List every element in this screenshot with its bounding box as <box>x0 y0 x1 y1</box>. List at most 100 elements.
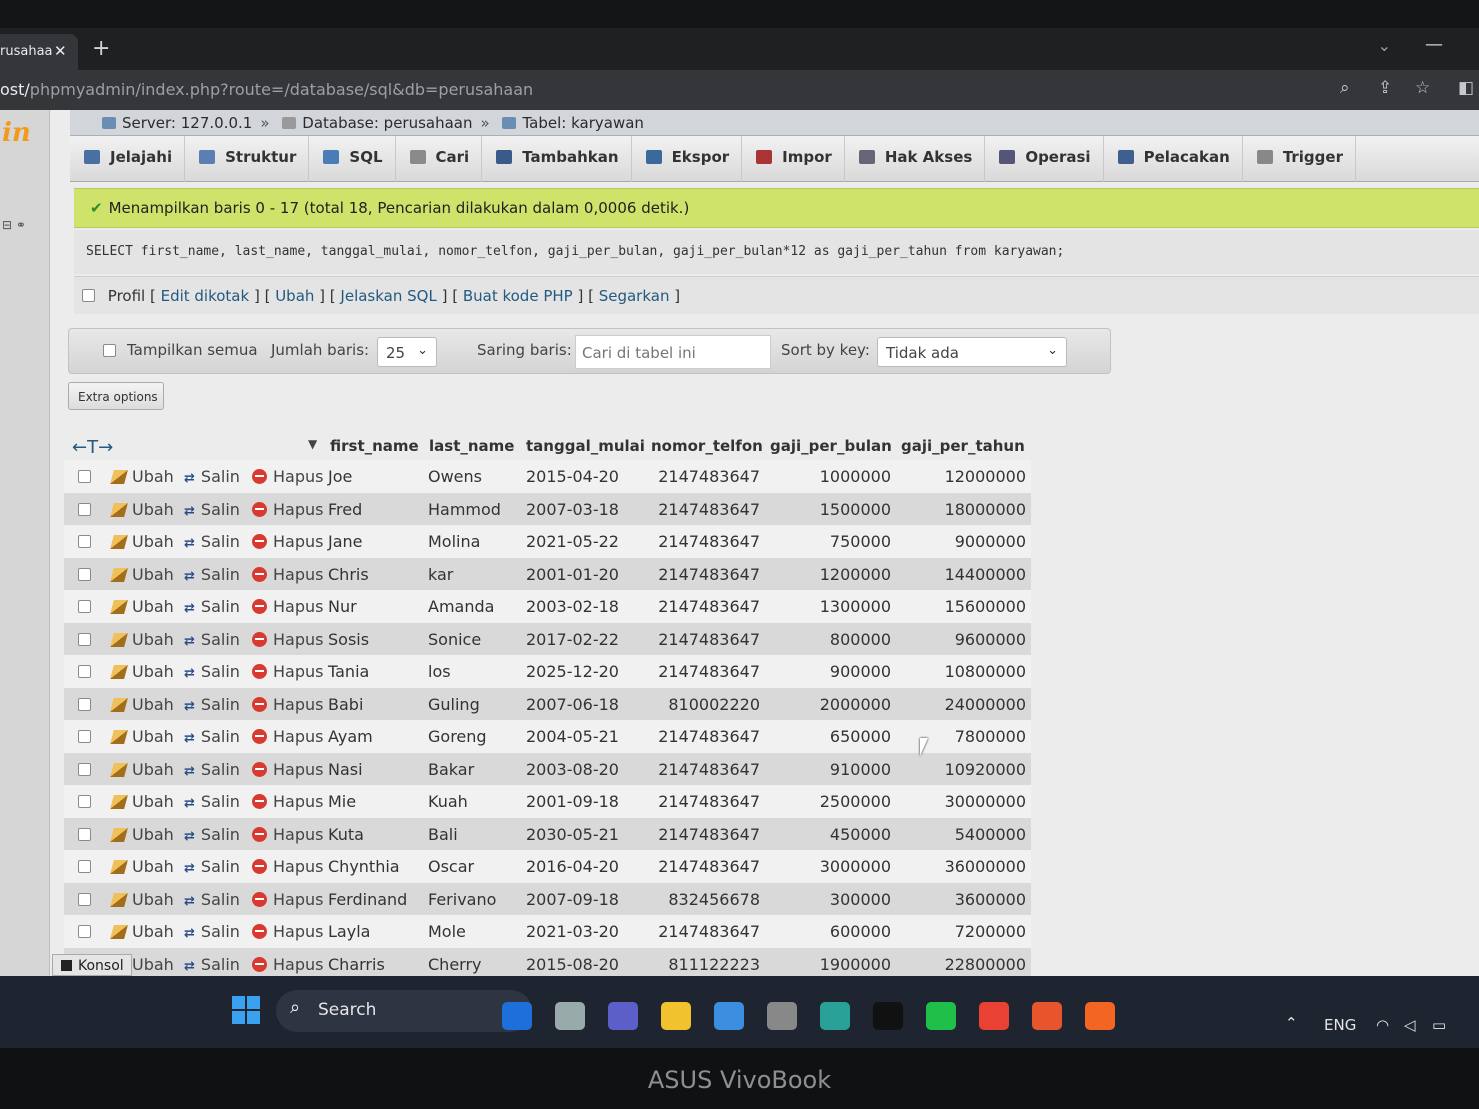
row-checkbox[interactable] <box>78 892 91 906</box>
edit-row-link[interactable]: Ubah <box>110 825 174 844</box>
row-checkbox[interactable] <box>78 697 91 711</box>
column-header-gaji-per-tahun[interactable]: gaji_per_tahun <box>901 437 1025 455</box>
copy-row-link[interactable]: ⇄ Salin <box>184 922 240 941</box>
breadcrumb-server[interactable]: Server: 127.0.0.1 <box>122 114 252 132</box>
copy-row-link[interactable]: ⇄ Salin <box>184 890 240 909</box>
tab-sql[interactable]: SQL <box>309 136 396 182</box>
app-icon[interactable] <box>1085 1002 1115 1030</box>
delete-row-link[interactable]: Hapus <box>252 727 323 746</box>
delete-row-link[interactable]: Hapus <box>252 922 323 941</box>
tab-struktur[interactable]: Struktur <box>185 136 310 182</box>
delete-row-link[interactable]: Hapus <box>252 500 323 519</box>
tab-pelacakan[interactable]: Pelacakan <box>1104 136 1243 182</box>
volume-icon[interactable]: ◁ <box>1404 1016 1416 1034</box>
show-all-checkbox[interactable] <box>103 344 116 357</box>
edit-row-link[interactable]: Ubah <box>110 662 174 681</box>
row-checkbox[interactable] <box>78 600 91 613</box>
delete-row-link[interactable]: Hapus <box>252 662 323 681</box>
column-header-first-name[interactable]: first_name <box>330 437 419 455</box>
column-header-last-name[interactable]: last_name <box>429 437 514 455</box>
edit-row-link[interactable]: Ubah <box>110 565 174 584</box>
filter-input[interactable]: Cari di tabel ini <box>575 335 771 369</box>
copy-row-link[interactable]: ⇄ Salin <box>184 792 240 811</box>
rows-select[interactable]: 25 ⌄ <box>377 337 437 367</box>
delete-row-link[interactable]: Hapus <box>252 565 323 584</box>
row-checkbox[interactable] <box>78 470 91 483</box>
task-view-icon[interactable] <box>555 1002 585 1030</box>
tab-ekspor[interactable]: Ekspor <box>632 136 743 182</box>
row-checkbox[interactable] <box>78 632 91 646</box>
bing-icon[interactable] <box>502 1002 532 1030</box>
xampp-icon[interactable] <box>1032 1002 1062 1030</box>
delete-row-link[interactable]: Hapus <box>252 532 323 551</box>
new-tab-icon[interactable]: + <box>92 36 110 61</box>
taskbar-search[interactable]: ⌕ Search <box>276 990 532 1032</box>
delete-row-link[interactable]: Hapus <box>252 792 323 811</box>
address-bar[interactable]: ost/phpmyadmin/index.php?route=/database… <box>0 70 1479 110</box>
mail-icon[interactable] <box>714 1002 744 1030</box>
delete-row-link[interactable]: Hapus <box>252 597 323 616</box>
edit-row-link[interactable]: Ubah <box>110 695 174 714</box>
windows-start-icon[interactable] <box>232 996 260 1024</box>
copy-row-link[interactable]: ⇄ Salin <box>184 857 240 876</box>
delete-row-link[interactable]: Hapus <box>252 630 323 649</box>
copy-row-link[interactable]: ⇄ Salin <box>184 695 240 714</box>
intellij-icon[interactable] <box>873 1002 903 1030</box>
camera-icon[interactable] <box>767 1002 797 1030</box>
chrome-icon[interactable] <box>979 1002 1009 1030</box>
share-icon[interactable]: ⇪ <box>1378 78 1392 98</box>
delete-row-link[interactable]: Hapus <box>252 955 323 974</box>
edit-row-link[interactable]: Ubah <box>110 467 174 486</box>
line-icon[interactable] <box>926 1002 956 1030</box>
copy-row-link[interactable]: ⇄ Salin <box>184 727 240 746</box>
edit-row-link[interactable]: Ubah <box>110 857 174 876</box>
breadcrumb-database[interactable]: Database: perusahaan <box>302 114 472 132</box>
delete-row-link[interactable]: Hapus <box>252 695 323 714</box>
edit-row-link[interactable]: Ubah <box>110 792 174 811</box>
close-icon[interactable]: ✕ <box>54 42 67 60</box>
php-code-link[interactable]: Buat kode PHP <box>463 287 573 305</box>
copy-row-link[interactable]: ⇄ Salin <box>184 662 240 681</box>
tab-impor[interactable]: Impor <box>742 136 845 182</box>
delete-row-link[interactable]: Hapus <box>252 825 323 844</box>
sidepanel-icon[interactable]: ◧ <box>1458 78 1474 98</box>
delete-row-link[interactable]: Hapus <box>252 760 323 779</box>
row-checkbox[interactable] <box>78 925 91 938</box>
explain-sql-link[interactable]: Jelaskan SQL <box>340 287 436 305</box>
extra-options-button[interactable]: Extra options <box>68 382 164 410</box>
copy-row-link[interactable]: ⇄ Salin <box>184 825 240 844</box>
row-checkbox[interactable] <box>78 860 91 873</box>
language-indicator[interactable]: ENG <box>1324 1016 1356 1034</box>
minimize-icon[interactable]: — <box>1425 34 1443 55</box>
chevron-down-icon[interactable]: ⌄ <box>1378 36 1391 55</box>
battery-icon[interactable]: ▭ <box>1432 1016 1446 1034</box>
breadcrumb-table[interactable]: Tabel: karyawan <box>522 114 643 132</box>
browser-tab[interactable]: rusahaa ✕ <box>0 34 78 70</box>
wifi-icon[interactable]: ◠ <box>1376 1016 1389 1034</box>
file-explorer-icon[interactable] <box>661 1002 691 1030</box>
column-header-gaji-per-bulan[interactable]: gaji_per_bulan <box>770 437 892 455</box>
tab-operasi[interactable]: Operasi <box>985 136 1104 182</box>
edit-inline-link[interactable]: Edit dikotak <box>161 287 250 305</box>
row-checkbox[interactable] <box>78 567 91 581</box>
star-icon[interactable]: ☆ <box>1415 78 1430 98</box>
sort-select[interactable]: Tidak ada ⌄ <box>877 337 1067 367</box>
tab-trigger[interactable]: Trigger <box>1243 136 1356 182</box>
edit-row-link[interactable]: Ubah <box>110 922 174 941</box>
row-checkbox[interactable] <box>78 535 91 548</box>
phpmyadmin-logo[interactable]: in <box>2 118 31 148</box>
copy-row-link[interactable]: ⇄ Salin <box>184 467 240 486</box>
tab-cari[interactable]: Cari <box>396 136 483 182</box>
edit-row-link[interactable]: Ubah <box>110 630 174 649</box>
profil-checkbox[interactable] <box>82 289 95 302</box>
copy-row-link[interactable]: ⇄ Salin <box>184 597 240 616</box>
column-header-tanggal-mulai[interactable]: tanggal_mulai <box>526 437 645 455</box>
delete-row-link[interactable]: Hapus <box>252 467 323 486</box>
teams-icon[interactable] <box>608 1002 638 1030</box>
column-header-nomor-telfon[interactable]: nomor_telfon <box>651 437 763 455</box>
row-checkbox[interactable] <box>78 665 91 678</box>
delete-row-link[interactable]: Hapus <box>252 857 323 876</box>
copy-row-link[interactable]: ⇄ Salin <box>184 565 240 584</box>
copy-row-link[interactable]: ⇄ Salin <box>184 532 240 551</box>
search-icon[interactable]: ⌕ <box>1340 78 1350 98</box>
